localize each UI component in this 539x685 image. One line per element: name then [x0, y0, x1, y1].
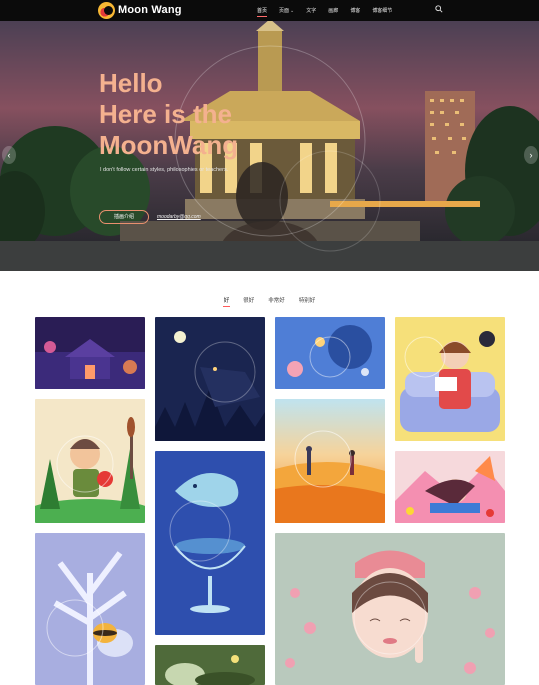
hero-title: Hello Here is the MoonWang [99, 68, 238, 161]
page: Moon Wang 首页 页面⌄ 文字 画廊 博客 博客细节 Hello Her… [0, 0, 539, 685]
tab-outstanding[interactable]: 特别好 [299, 296, 316, 304]
hero-title-line-3: MoonWang [99, 130, 239, 160]
main-nav: 首页 页面⌄ 文字 画廊 博客 博客细节 [257, 0, 404, 21]
gallery-item-planets-space[interactable] [275, 317, 385, 389]
nav-item-text[interactable]: 文字 [306, 7, 316, 14]
gallery-item-whale-in-glass[interactable] [155, 451, 265, 635]
nav-item-blog[interactable]: 博客 [350, 7, 360, 14]
tab-excellent[interactable]: 非常好 [268, 296, 285, 304]
search-icon[interactable] [435, 5, 443, 13]
nav-item-pages-label: 页面 [279, 8, 290, 14]
contact-email-link[interactable]: moodarby@qq.com [157, 214, 201, 220]
moon-logo-icon[interactable] [98, 2, 115, 19]
gallery-item-purple-temple-night[interactable] [35, 317, 145, 389]
gallery-item-girl-lying-petals[interactable] [395, 451, 505, 523]
brand-name[interactable]: Moon Wang [118, 4, 182, 16]
carousel-prev-icon[interactable]: ‹ [2, 146, 16, 164]
carousel-next-icon[interactable]: › [524, 146, 538, 164]
gallery-filter-tabs: 好 很好 非常好 特别好 [0, 296, 539, 307]
gallery-item-girl-reading-sofa[interactable] [395, 317, 505, 441]
nav-item-pages[interactable]: 页面⌄ [279, 7, 294, 14]
gallery-item-couple-sunset-field[interactable] [275, 399, 385, 523]
tab-good[interactable]: 好 [222, 296, 230, 307]
gallery-item-boy-with-crab[interactable] [35, 399, 145, 523]
nav-item-gallery[interactable]: 画廊 [328, 7, 338, 14]
hero-title-line-2: Here is the [99, 99, 232, 129]
nav-item-home[interactable]: 首页 [257, 7, 268, 17]
hero-banner: Hello Here is the MoonWang I don't follo… [0, 21, 539, 271]
gallery-item-forest-creature[interactable] [155, 645, 265, 685]
gallery-item-bee-winter-tree[interactable] [35, 533, 145, 685]
carousel-night-photo [0, 21, 539, 271]
hero-title-line-1: Hello [99, 68, 163, 98]
tab-very-good[interactable]: 很好 [243, 296, 254, 304]
illustration-intro-button[interactable]: 插画介绍 [99, 210, 149, 224]
nav-item-blog-detail[interactable]: 博客细节 [372, 7, 392, 14]
top-navbar: Moon Wang 首页 页面⌄ 文字 画廊 博客 博客细节 [0, 0, 539, 21]
gallery-item-girl-with-flowers[interactable] [275, 533, 505, 685]
hero-subtitle: I don't follow certain styles, philosoph… [100, 167, 229, 173]
chevron-down-icon: ⌄ [290, 8, 295, 14]
gallery-item-moon-night-forest[interactable] [155, 317, 265, 441]
